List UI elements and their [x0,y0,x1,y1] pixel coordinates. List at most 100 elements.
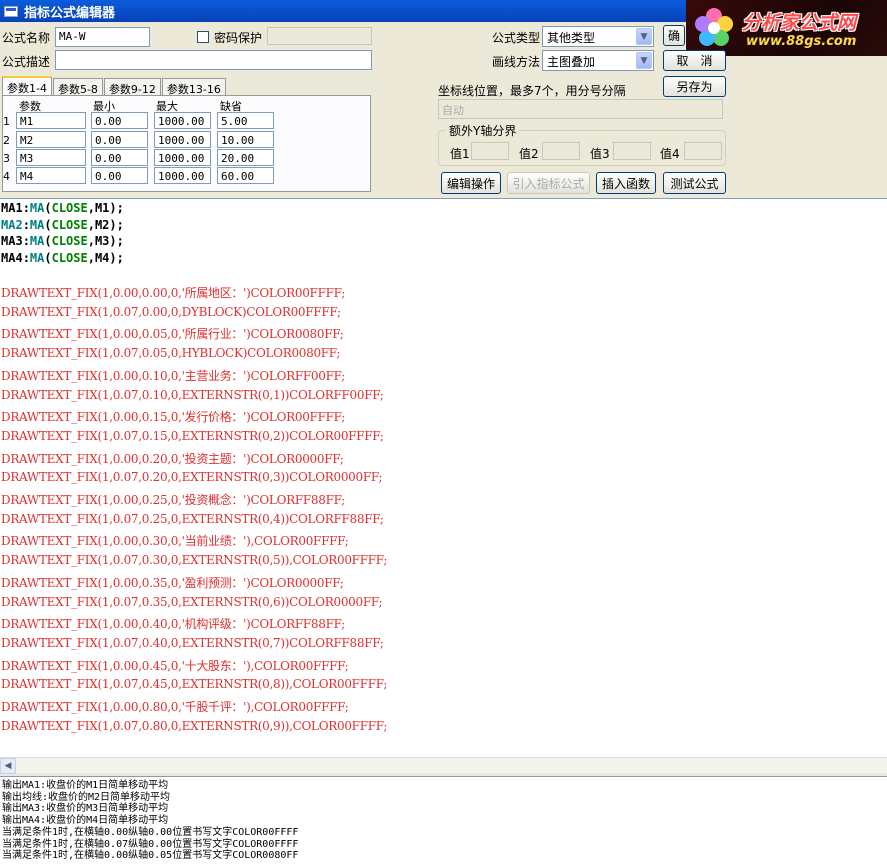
drawtext-line: DRAWTEXT_FIX(1,0.00,0.15,0,'发行价格：')COLOR… [1,410,345,425]
param-name-input[interactable]: M3 [16,149,86,166]
editor-hscrollbar[interactable]: ◀ [0,757,887,774]
yaxis-value-1-input[interactable] [471,142,509,160]
output-line: 当满足条件1时,在横轴0.00纵轴0.05位置书写文字COLOR0080FF [2,850,299,862]
param-tabs: 参数1-4 参数5-8 参数9-12 参数13-16 [2,76,227,96]
drawtext-line: DRAWTEXT_FIX(1,0.00,0.25,0,'投资概念：')COLOR… [1,493,345,507]
param-min-input[interactable]: 0.00 [91,131,148,148]
draw-method-label: 画线方法 [492,55,541,69]
param-max-input[interactable]: 1000.00 [154,167,211,184]
chevron-down-icon: ▼ [636,28,652,45]
drawtext-line: DRAWTEXT_FIX(1,0.07,0.80,0,EXTERNSTR(0,9… [1,718,388,733]
formula-type-value: 其他类型 [547,31,596,45]
code-line: MA3:MA(CLOSE,M3); [1,234,124,248]
drawtext-line: DRAWTEXT_FIX(1,0.00,0.80,0,'千股千评：'),COLO… [1,700,349,714]
param-min-input[interactable]: 0.00 [91,112,148,129]
tab-params-1-4[interactable]: 参数1-4 [2,76,52,96]
output-line: 输出MA4:收盘价的M4日简单移动平均 [2,815,169,827]
drawtext-line: DRAWTEXT_FIX(1,0.07,0.25,0,EXTERNSTR(0,4… [1,511,384,526]
yaxis-value-4-label: 值4 [660,147,680,161]
edit-ops-button[interactable]: 编辑操作 [441,172,501,194]
param-row-number: 3 [3,152,10,165]
param-max-input[interactable]: 1000.00 [154,131,211,148]
yaxis-value-3-label: 值3 [590,147,610,161]
output-panel: 输出MA1:收盘价的M1日简单移动平均 输出均线:收盘价的M2日简单移动平均 输出M… [0,776,887,868]
param-row-number: 4 [3,170,10,183]
param-name-input[interactable]: M2 [16,131,86,148]
drawtext-line: DRAWTEXT_FIX(1,0.00,0.10,0,'主营业务：')COLOR… [1,368,345,383]
code-line: MA1:MA(CLOSE,M1); [1,201,124,215]
formula-type-select[interactable]: 其他类型 ▼ [542,26,654,47]
test-formula-button[interactable]: 测试公式 [663,172,726,194]
param-default-input[interactable]: 20.00 [217,149,274,166]
yaxis-value-4-input[interactable] [684,142,722,160]
param-min-input[interactable]: 0.00 [91,149,148,166]
drawtext-line: DRAWTEXT_FIX(1,0.07,0.40,0,EXTERNSTR(0,7… [1,635,384,650]
cancel-button[interactable]: 取 消 [663,50,726,71]
drawtext-line: DRAWTEXT_FIX(1,0.00,0.40,0,'机构评级：')COLOR… [1,617,345,632]
coord-line-label: 坐标线位置，最多7个，用分号分隔 [438,84,626,98]
tab-params-13-16[interactable]: 参数13-16 [161,78,226,96]
drawtext-line: DRAWTEXT_FIX(1,0.07,0.05,0,HYBLOCK)COLOR… [1,346,341,361]
drawtext-line: DRAWTEXT_FIX(1,0.07,0.20,0,EXTERNSTR(0,3… [1,470,383,485]
param-max-input[interactable]: 1000.00 [154,112,211,129]
param-default-input[interactable]: 5.00 [217,112,274,129]
scroll-left-icon[interactable]: ◀ [0,758,16,774]
import-formula-button[interactable]: 引入指标公式 [507,172,590,194]
drawtext-line: DRAWTEXT_FIX(1,0.00,0.00,0,'所属地区：')COLOR… [1,286,345,300]
drawtext-line: DRAWTEXT_FIX(1,0.00,0.35,0,'盈利预测：')COLOR… [1,575,344,590]
password-label: 密码保护 [214,31,263,45]
site-logo: 分析家公式网 www.88gs.com [686,0,887,56]
drawtext-line: DRAWTEXT_FIX(1,0.00,0.30,0,'当前业绩：'),COLO… [1,534,349,549]
logo-brand-text: 分析家公式网 [742,12,857,34]
yaxis-value-3-input[interactable] [613,142,651,160]
formula-desc-label: 公式描述 [2,55,51,69]
param-name-input[interactable]: M4 [16,167,86,184]
drawtext-line: DRAWTEXT_FIX(1,0.00,0.20,0,'投资主题：')COLOR… [1,451,344,466]
chevron-down-icon: ▼ [636,52,652,69]
param-row-number: 2 [3,134,10,147]
output-line: 输出MA3:收盘价的M3日简单移动平均 [2,803,169,815]
output-line: 输出均线:收盘价的M2日简单移动平均 [2,791,171,803]
tab-params-5-8[interactable]: 参数5-8 [52,78,103,96]
drawtext-line: DRAWTEXT_FIX(1,0.07,0.00,0,DYBLOCK)COLOR… [1,304,341,319]
formula-name-label: 公式名称 [2,31,51,45]
formula-desc-input[interactable] [55,50,372,70]
coord-line-input[interactable]: 自动 [438,99,723,119]
param-panel: 参数 最小 最大 缺省 1 M1 0.00 1000.00 5.00 2 M2 … [2,95,371,192]
drawtext-line: DRAWTEXT_FIX(1,0.07,0.10,0,EXTERNSTR(0,1… [1,387,384,402]
ok-button[interactable]: 确 [663,25,685,46]
draw-method-select[interactable]: 主图叠加 ▼ [542,50,654,71]
code-editor[interactable]: MA1:MA(CLOSE,M1); MA2:MA(CLOSE,M2); MA3:MA… [0,198,887,758]
yaxis-value-1-label: 值1 [450,147,470,161]
save-as-button[interactable]: 另存为 [663,76,726,97]
flower-logo-icon [695,8,733,46]
param-row-number: 1 [3,115,10,128]
formula-type-label: 公式类型 [492,31,541,45]
output-line: 当满足条件1时,在横轴0.07纵轴0.00位置书写文字COLOR00FFFF [2,838,299,850]
param-max-input[interactable]: 1000.00 [154,149,211,166]
code-line: MA4:MA(CLOSE,M4); [1,250,124,265]
drawtext-line: DRAWTEXT_FIX(1,0.07,0.30,0,EXTERNSTR(0,5… [1,553,388,568]
extra-yaxis-group-title: 额外Y轴分界 [446,122,520,139]
code-line: MA2:MA(CLOSE,M2); [1,217,124,232]
param-min-input[interactable]: 0.00 [91,167,148,184]
window-title: 指标公式编辑器 [24,5,116,21]
param-default-input[interactable]: 60.00 [217,167,274,184]
param-default-input[interactable]: 10.00 [217,131,274,148]
yaxis-value-2-label: 值2 [519,147,539,161]
param-name-input[interactable]: M1 [16,112,86,129]
formula-name-input[interactable]: MA-W [55,27,150,47]
logo-url-text: www.88gs.com [746,34,857,49]
password-checkbox[interactable] [197,31,209,43]
drawtext-line: DRAWTEXT_FIX(1,0.07,0.45,0,EXTERNSTR(0,8… [1,677,388,692]
yaxis-value-2-input[interactable] [542,142,580,160]
password-input[interactable] [267,27,372,45]
window-icon [4,5,18,17]
tab-params-9-12[interactable]: 参数9-12 [103,78,161,96]
drawtext-line: DRAWTEXT_FIX(1,0.00,0.05,0,'所属行业：')COLOR… [1,327,344,342]
output-line: 输出MA1:收盘价的M1日简单移动平均 [2,780,169,791]
insert-function-button[interactable]: 插入函数 [596,172,656,194]
drawtext-line: DRAWTEXT_FIX(1,0.07,0.35,0,EXTERNSTR(0,6… [1,594,383,609]
drawtext-line: DRAWTEXT_FIX(1,0.00,0.45,0,'十大股东：'),COLO… [1,658,349,673]
output-line: 当满足条件1时,在横轴0.00纵轴0.00位置书写文字COLOR00FFFF [2,826,299,838]
